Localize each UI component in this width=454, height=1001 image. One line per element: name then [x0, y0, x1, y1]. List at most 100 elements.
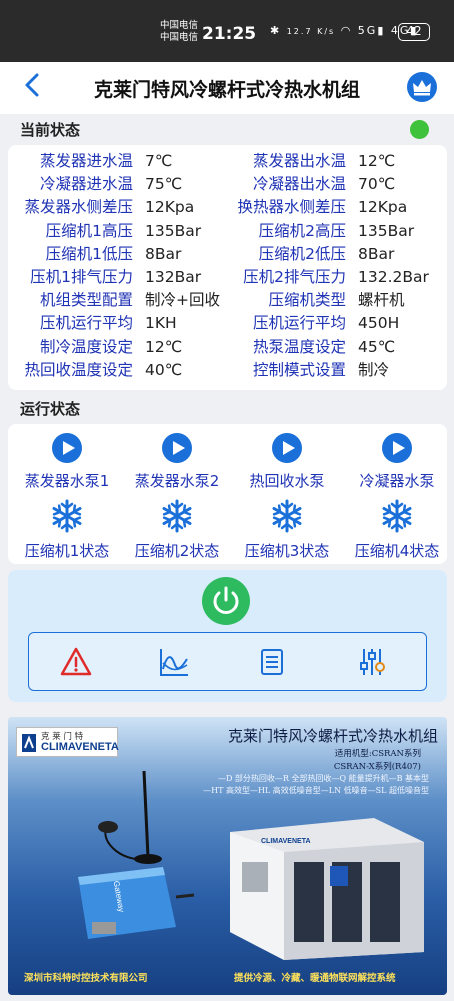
- carrier-2: 中国电信: [160, 32, 199, 43]
- power-button[interactable]: [202, 577, 250, 625]
- banner-line-2: —HT 高效型—HL 高效低噪音型—LN 低噪音—SL 超低噪音型: [203, 786, 429, 795]
- crown-button[interactable]: [407, 72, 437, 102]
- play-icon: [382, 433, 412, 463]
- compressor-label: 压缩机1状态: [24, 542, 110, 560]
- battery-indicator: 42: [398, 23, 430, 41]
- pump-label: 热回收水泵: [249, 472, 325, 490]
- banner-subtitle-2: CSRAN-X系列(R407): [333, 762, 421, 772]
- status-label-right: 冷凝器出水温: [252, 175, 346, 194]
- status-value-right: 70℃: [358, 175, 396, 194]
- snowflake-icon: [162, 499, 192, 533]
- play-icon: [272, 433, 302, 463]
- status-label-right: 压缩机2高压: [258, 221, 346, 240]
- status-label-right: 压缩机类型: [268, 291, 346, 310]
- settings-sliders-icon: [360, 649, 385, 675]
- banner-title: 克莱门特风冷螺杆式冷热水机组: [227, 727, 438, 745]
- app-header: 克莱门特风冷螺杆式冷热水机组: [0, 62, 454, 114]
- status-value-left: 制冷+回收: [145, 291, 220, 310]
- pump-status-item[interactable]: 热回收水泵: [232, 432, 342, 491]
- list-button[interactable]: [255, 645, 289, 679]
- status-label-left: 压机1排气压力: [30, 268, 133, 286]
- banner-subtitle-1: 适用机型:CSRAN系列: [334, 749, 421, 759]
- play-icon: [162, 433, 192, 463]
- status-label-right: 压机运行平均: [252, 314, 346, 333]
- status-label-left: 制冷温度设定: [39, 337, 133, 356]
- status-label-right: 压缩机2低压: [258, 244, 346, 263]
- page-title: 克莱门特风冷螺杆式冷热水机组: [93, 79, 360, 101]
- status-label-right: 控制模式设置: [252, 360, 346, 379]
- snowflake-icon: [382, 499, 412, 533]
- compressor-label: 压缩机4状态: [354, 542, 440, 560]
- online-status-dot: [410, 120, 429, 139]
- current-status-card: 蒸发器进水温 7℃ 蒸发器出水温 12℃ 冷凝器进水温 75℃ 冷凝器出水温 70℃ 蒸发器水侧…: [8, 145, 447, 390]
- status-label-right: 压机2排气压力: [243, 268, 346, 286]
- status-label-right: 换热器水侧差压: [237, 198, 346, 217]
- status-label-left: 压缩机1低压: [45, 244, 133, 263]
- status-value-right: 135Bar: [358, 221, 415, 240]
- status-label-left: 冷凝器进水温: [39, 175, 133, 194]
- status-value-right: 12Kpa: [358, 198, 408, 217]
- status-value-left: 132Bar: [145, 268, 202, 286]
- carrier-1: 中国电信: [160, 20, 199, 31]
- status-value-right: 45℃: [358, 337, 396, 356]
- pump-status-item[interactable]: 蒸发器水泵2: [122, 432, 232, 491]
- status-value-left: 8Bar: [145, 244, 182, 263]
- status-value-left: 40℃: [145, 360, 183, 379]
- run-status-label: 运行状态: [20, 400, 81, 418]
- pump-status-item[interactable]: 蒸发器水泵1: [12, 432, 122, 491]
- snowflake-icon: [52, 499, 82, 533]
- status-value-right: 450H: [358, 314, 400, 333]
- status-value-left: 135Bar: [145, 221, 202, 240]
- tool-bar: [28, 632, 427, 691]
- pump-label: 蒸发器水泵2: [134, 472, 220, 490]
- chart-icon: [160, 649, 188, 676]
- status-label-left: 机组类型配置: [39, 291, 133, 310]
- clock: 21:25: [202, 24, 257, 44]
- control-panel: [8, 570, 447, 702]
- status-label-left: 蒸发器进水温: [39, 152, 133, 170]
- status-label-left: 压缩机1高压: [45, 221, 133, 240]
- status-value-right: 132.2Bar: [358, 268, 429, 286]
- status-value-right: 12℃: [358, 152, 396, 170]
- chiller-unit-illustration: [230, 818, 424, 960]
- pump-label: 蒸发器水泵1: [24, 472, 110, 490]
- crown-icon: [413, 80, 431, 96]
- status-value-right: 螺杆机: [358, 291, 405, 310]
- chart-button[interactable]: [157, 645, 191, 679]
- status-value-left: 12Kpa: [145, 198, 195, 217]
- compressor-label: 压缩机3状态: [244, 542, 330, 560]
- status-value-left: 75℃: [145, 175, 183, 194]
- power-icon: [213, 586, 239, 614]
- wifi-icon: ◠: [340, 24, 353, 37]
- product-banner: 克 莱 门 特 CLIMAVENETA 克莱门特风冷螺杆式冷热水机组 适用机型:…: [8, 717, 447, 995]
- banner-line-1: —D 部分热回收—R 全部热回收—Q 能量提升机—B 基本型: [217, 774, 429, 783]
- status-icons: ✱ 12.7 K/s ◠ 5G▮ 4G▮: [270, 24, 418, 37]
- status-value-left: 1KH: [145, 314, 177, 333]
- compressor-status-item[interactable]: 压缩机2状态: [122, 498, 232, 561]
- status-label-left: 压机运行平均: [39, 314, 133, 333]
- pump-status-item[interactable]: 冷凝器水泵: [342, 432, 452, 491]
- status-label-right: 热泵温度设定: [252, 337, 346, 356]
- compressor-status-item[interactable]: 压缩机4状态: [342, 498, 452, 561]
- status-label-left: 热回收温度设定: [24, 360, 133, 379]
- unit-brand-label: CLIMAVENETA: [261, 838, 311, 845]
- carrier-labels: 中国电信 中国电信: [160, 20, 198, 44]
- list-icon: [261, 649, 283, 675]
- status-label-right: 蒸发器出水温: [252, 152, 346, 170]
- alarm-icon: [60, 647, 92, 676]
- status-value-right: 制冷: [358, 360, 390, 379]
- settings-button[interactable]: [355, 645, 389, 679]
- status-value-left: 12℃: [145, 337, 183, 356]
- signal-5g-icon: 5G▮: [357, 24, 386, 37]
- compressor-status-item[interactable]: 压缩机1状态: [12, 498, 122, 561]
- banner-slogan: 提供冷源、冷藏、暖通物联网解控系统: [234, 973, 396, 984]
- status-label-left: 蒸发器水侧差压: [24, 198, 133, 217]
- status-value-right: 8Bar: [358, 244, 395, 263]
- play-icon: [52, 433, 82, 463]
- status-value-left: 7℃: [145, 152, 173, 170]
- compressor-status-item[interactable]: 压缩机3状态: [232, 498, 342, 561]
- gateway-device-illustration: [78, 770, 195, 939]
- pump-label: 冷凝器水泵: [359, 472, 435, 490]
- status-bar: 中国电信 中国电信 21:25 ✱ 12.7 K/s ◠ 5G▮ 4G▮ 42: [0, 0, 454, 62]
- alarm-button[interactable]: [59, 645, 93, 679]
